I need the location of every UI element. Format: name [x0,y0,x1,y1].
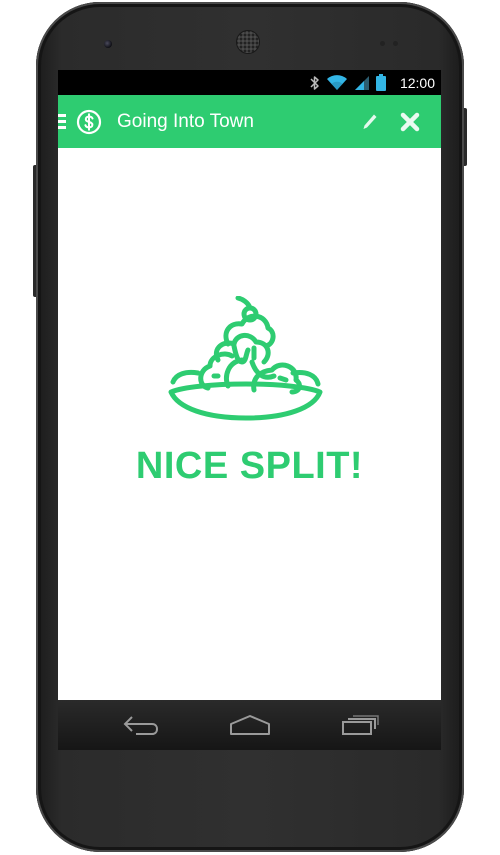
hamburger-icon [58,114,66,129]
dollar-coin-icon [76,109,102,134]
back-button[interactable] [111,705,171,745]
action-bar-title: Going Into Town [117,110,254,132]
recent-apps-button[interactable] [329,705,389,745]
close-button[interactable] [393,95,427,148]
status-icons: 12:00 [310,70,435,95]
edit-icon [363,114,377,129]
close-icon [400,112,420,131]
sundae-icon [168,296,323,421]
success-message: NICE SPLIT! [135,445,364,487]
navigation-bar [58,700,441,750]
action-bar: Going Into Town [58,95,441,148]
recent-apps-icon [341,715,379,735]
screen: 12:00 Going Into Town NICE SPLIT! [58,70,441,750]
status-time: 12:00 [399,74,435,91]
edit-button[interactable] [353,95,387,148]
proximity-sensor [380,41,385,46]
content-area: NICE SPLIT! [58,148,441,700]
wifi-icon [326,74,347,90]
signal-icon [354,75,369,90]
bluetooth-icon [310,75,319,90]
drawer-toggle-button[interactable] [58,95,102,148]
earpiece-speaker [237,31,259,53]
back-icon [123,716,158,735]
status-bar: 12:00 [58,70,441,95]
front-camera [104,40,112,48]
battery-icon [375,74,386,91]
home-icon [229,715,270,735]
light-sensor [393,41,398,46]
home-button[interactable] [220,705,280,745]
device-mockup: 12:00 Going Into Town NICE SPLIT! [0,0,500,855]
